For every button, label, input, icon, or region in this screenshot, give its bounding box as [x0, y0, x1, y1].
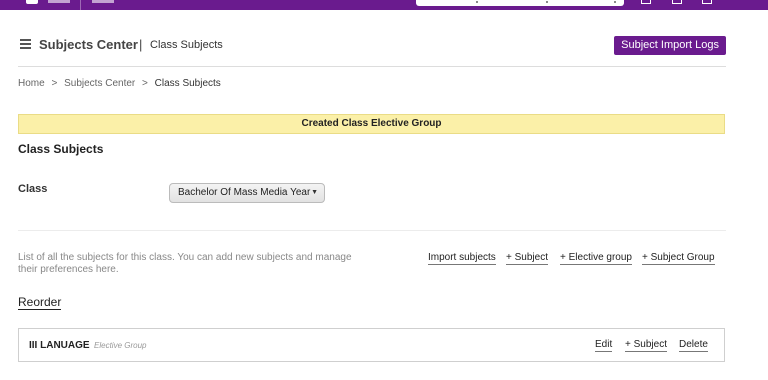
group-type: Elective Group — [94, 341, 147, 350]
dropdown-arrow-icon: ▼ — [311, 189, 318, 196]
subject-import-logs-button[interactable]: Subject Import Logs — [614, 36, 726, 55]
reorder-link[interactable]: Reorder — [18, 296, 62, 310]
page-title: Subjects Center — [39, 37, 138, 52]
header-divider — [18, 66, 726, 67]
nav-divider — [80, 0, 81, 10]
subjects-description: List of all the subjects for this class.… — [18, 252, 352, 275]
app-logo-icon[interactable] — [26, 0, 38, 4]
success-banner: Created Class Elective Group — [18, 114, 725, 134]
import-subjects-link[interactable]: Import subjects — [428, 252, 496, 265]
section-title: Class Subjects — [18, 142, 104, 156]
search-clear-icon[interactable] — [614, 1, 616, 3]
section-divider — [18, 230, 726, 231]
breadcrumb-separator: > — [142, 78, 148, 89]
add-subject-to-group-link[interactable]: + Subject — [625, 339, 667, 352]
class-label: Class — [18, 183, 48, 195]
page-header: Subjects Center | Class Subjects Subject… — [18, 35, 726, 57]
edit-group-link[interactable]: Edit — [595, 339, 613, 352]
breadcrumb-home[interactable]: Home — [18, 78, 45, 89]
elective-group-card: III LANUAGE Elective Group Edit + Subjec… — [18, 328, 725, 362]
notifications-icon[interactable] — [672, 0, 682, 4]
search-input[interactable] — [416, 0, 624, 6]
group-name: III LANUAGE — [29, 340, 90, 351]
add-elective-group-link[interactable]: + Elective group — [560, 252, 632, 265]
add-subject-link[interactable]: + Subject — [506, 252, 548, 265]
delete-group-link[interactable]: Delete — [679, 339, 708, 352]
breadcrumb: Home > Subjects Center > Class Subjects — [18, 78, 225, 89]
breadcrumb-current: Class Subjects — [154, 78, 221, 89]
class-select-value: Bachelor Of Mass Media Year — [178, 187, 311, 198]
top-navbar — [0, 0, 768, 10]
title-divider: | — [139, 37, 143, 52]
breadcrumb-subjects-center[interactable]: Subjects Center — [64, 78, 135, 89]
search-text-fragment — [476, 1, 478, 3]
page-subtitle: Class Subjects — [150, 39, 223, 51]
nav-item[interactable] — [48, 0, 70, 3]
list-icon — [20, 39, 31, 49]
user-icon[interactable] — [702, 0, 712, 4]
apps-icon[interactable] — [641, 0, 651, 4]
add-subject-group-link[interactable]: + Subject Group — [642, 252, 715, 265]
breadcrumb-separator: > — [51, 78, 58, 89]
nav-item[interactable] — [92, 0, 114, 3]
class-select[interactable]: Bachelor Of Mass Media Year ▼ — [169, 183, 325, 203]
search-text-fragment — [546, 1, 548, 3]
